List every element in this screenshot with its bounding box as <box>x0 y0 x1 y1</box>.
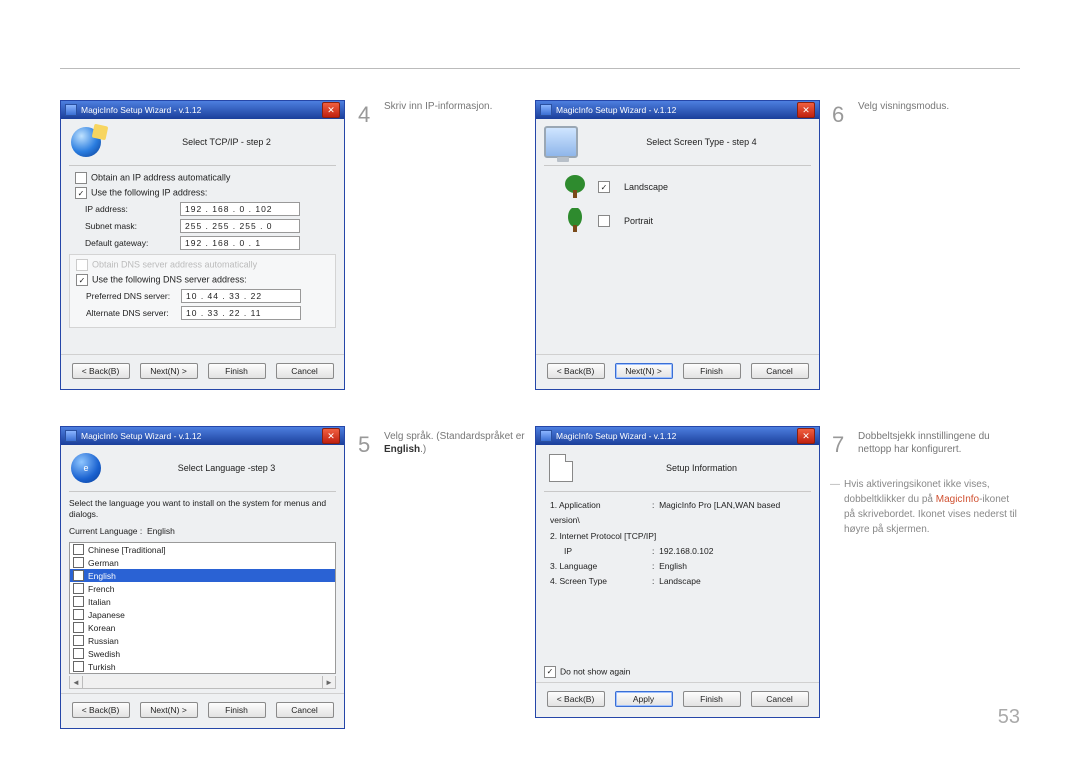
alt-dns-label: Alternate DNS server: <box>86 308 181 318</box>
language-item[interactable]: Swedish <box>70 647 335 660</box>
window-title: MagicInfo Setup Wizard - v.1.12 <box>556 431 797 441</box>
language-item[interactable]: Korean <box>70 621 335 634</box>
step-text: Skriv inn IP-informasjon. <box>384 100 492 130</box>
next-button[interactable]: Next(N) > <box>140 702 198 718</box>
ie-icon: e <box>69 451 103 485</box>
wizard-step4-window: MagicInfo Setup Wizard - v.1.12 ✕ Select… <box>60 100 345 390</box>
back-button[interactable]: < Back(B) <box>547 691 605 707</box>
close-icon[interactable]: ✕ <box>322 102 340 118</box>
app-icon <box>65 430 77 442</box>
step-text: Dobbeltsjekk innstillingene du nettopp h… <box>858 430 1022 460</box>
app-icon <box>540 104 552 116</box>
step-text: Velg språk. (Standardspråket er English.… <box>384 430 528 460</box>
language-item[interactable]: Turkish <box>70 660 335 673</box>
app-icon <box>65 104 77 116</box>
finish-button[interactable]: Finish <box>208 363 266 379</box>
auto-dns-option: Obtain DNS server address automatically <box>76 259 329 271</box>
back-button[interactable]: < Back(B) <box>72 363 130 379</box>
language-item[interactable]: French <box>70 582 335 595</box>
window-title: MagicInfo Setup Wizard - v.1.12 <box>556 105 797 115</box>
step7-caption: 7 Dobbeltsjekk innstillingene du nettopp… <box>832 430 1022 460</box>
gateway-field[interactable]: 192 . 168 . 0 . 1 <box>180 236 300 250</box>
page-number: 53 <box>998 706 1020 729</box>
language-item[interactable]: Chinese [Simplified] <box>70 673 335 674</box>
finish-button[interactable]: Finish <box>683 363 741 379</box>
setup-summary: 1. Application: MagicInfo Pro [LAN,WAN b… <box>550 498 811 590</box>
ip-label: IP address: <box>85 204 180 214</box>
wizard-step5-window: MagicInfo Setup Wizard - v.1.12 ✕ e Sele… <box>60 426 345 729</box>
step-text: Velg visningsmodus. <box>858 100 949 130</box>
gateway-label: Default gateway: <box>85 238 180 248</box>
language-item[interactable]: Italian <box>70 595 335 608</box>
monitor-icon <box>544 125 578 159</box>
cancel-button[interactable]: Cancel <box>276 363 334 379</box>
step-header: Select Language -step 3 <box>117 463 336 473</box>
cancel-button[interactable]: Cancel <box>751 691 809 707</box>
tree-portrait-icon <box>562 208 588 234</box>
step5-caption: 5 Velg språk. (Standardspråket er Englis… <box>358 430 528 460</box>
titlebar: MagicInfo Setup Wizard - v.1.12 ✕ <box>536 427 819 445</box>
lang-instruction: Select the language you want to install … <box>69 498 336 520</box>
ip-field[interactable]: 192 . 168 . 0 . 102 <box>180 202 300 216</box>
step4-caption: 4 Skriv inn IP-informasjon. <box>358 100 528 130</box>
titlebar: MagicInfo Setup Wizard - v.1.12 ✕ <box>61 101 344 119</box>
next-button[interactable]: Next(N) > <box>615 363 673 379</box>
finish-button[interactable]: Finish <box>683 691 741 707</box>
step-number: 6 <box>832 100 848 130</box>
globe-icon <box>69 125 103 159</box>
cancel-button[interactable]: Cancel <box>276 702 334 718</box>
language-list[interactable]: Chinese [Traditional]GermanEnglishFrench… <box>69 542 336 674</box>
cancel-button[interactable]: Cancel <box>751 363 809 379</box>
scroll-left-icon[interactable]: ◄ <box>70 676 83 688</box>
close-icon[interactable]: ✕ <box>322 428 340 444</box>
window-title: MagicInfo Setup Wizard - v.1.12 <box>81 431 322 441</box>
subnet-label: Subnet mask: <box>85 221 180 231</box>
wizard-step7-window: MagicInfo Setup Wizard - v.1.12 ✕ Setup … <box>535 426 820 718</box>
landscape-option[interactable]: ✓Landscape <box>562 174 811 200</box>
use-ip-option[interactable]: ✓Use the following IP address: <box>75 187 336 199</box>
scrollbar[interactable]: ◄ ► <box>69 676 336 689</box>
window-title: MagicInfo Setup Wizard - v.1.12 <box>81 105 322 115</box>
back-button[interactable]: < Back(B) <box>547 363 605 379</box>
finish-button[interactable]: Finish <box>208 702 266 718</box>
current-language: Current Language : English <box>69 526 336 536</box>
language-item[interactable]: Chinese [Traditional] <box>70 543 335 556</box>
language-item[interactable]: German <box>70 556 335 569</box>
step-number: 7 <box>832 430 848 460</box>
back-button[interactable]: < Back(B) <box>72 702 130 718</box>
pref-dns-field[interactable]: 10 . 44 . 33 . 22 <box>181 289 301 303</box>
titlebar: MagicInfo Setup Wizard - v.1.12 ✕ <box>536 101 819 119</box>
close-icon[interactable]: ✕ <box>797 102 815 118</box>
step-header: Select TCP/IP - step 2 <box>117 137 336 147</box>
scroll-right-icon[interactable]: ► <box>322 676 335 688</box>
use-dns-option[interactable]: ✓Use the following DNS server address: <box>76 274 329 286</box>
language-item[interactable]: Japanese <box>70 608 335 621</box>
subnet-field[interactable]: 255 . 255 . 255 . 0 <box>180 219 300 233</box>
app-icon <box>540 430 552 442</box>
step6-caption: 6 Velg visningsmodus. <box>832 100 1022 130</box>
titlebar: MagicInfo Setup Wizard - v.1.12 ✕ <box>61 427 344 445</box>
language-item[interactable]: Russian <box>70 634 335 647</box>
apply-button[interactable]: Apply <box>615 691 673 707</box>
step-number: 4 <box>358 100 374 130</box>
step7-note: Hvis aktiveringsikonet ikke vises, dobbe… <box>844 477 1022 537</box>
auto-ip-option[interactable]: Obtain an IP address automatically <box>75 172 336 184</box>
tree-landscape-icon <box>562 174 588 200</box>
document-icon <box>544 451 578 485</box>
alt-dns-field[interactable]: 10 . 33 . 22 . 11 <box>181 306 301 320</box>
top-rule <box>60 68 1020 69</box>
step-header: Setup Information <box>592 463 811 473</box>
next-button[interactable]: Next(N) > <box>140 363 198 379</box>
wizard-step6-window: MagicInfo Setup Wizard - v.1.12 ✕ Select… <box>535 100 820 390</box>
portrait-option[interactable]: Portrait <box>562 208 811 234</box>
close-icon[interactable]: ✕ <box>797 428 815 444</box>
language-item[interactable]: English <box>70 569 335 582</box>
step-number: 5 <box>358 430 374 460</box>
dont-show-checkbox[interactable]: ✓Do not show again <box>544 666 811 678</box>
pref-dns-label: Preferred DNS server: <box>86 291 181 301</box>
step-header: Select Screen Type - step 4 <box>592 137 811 147</box>
